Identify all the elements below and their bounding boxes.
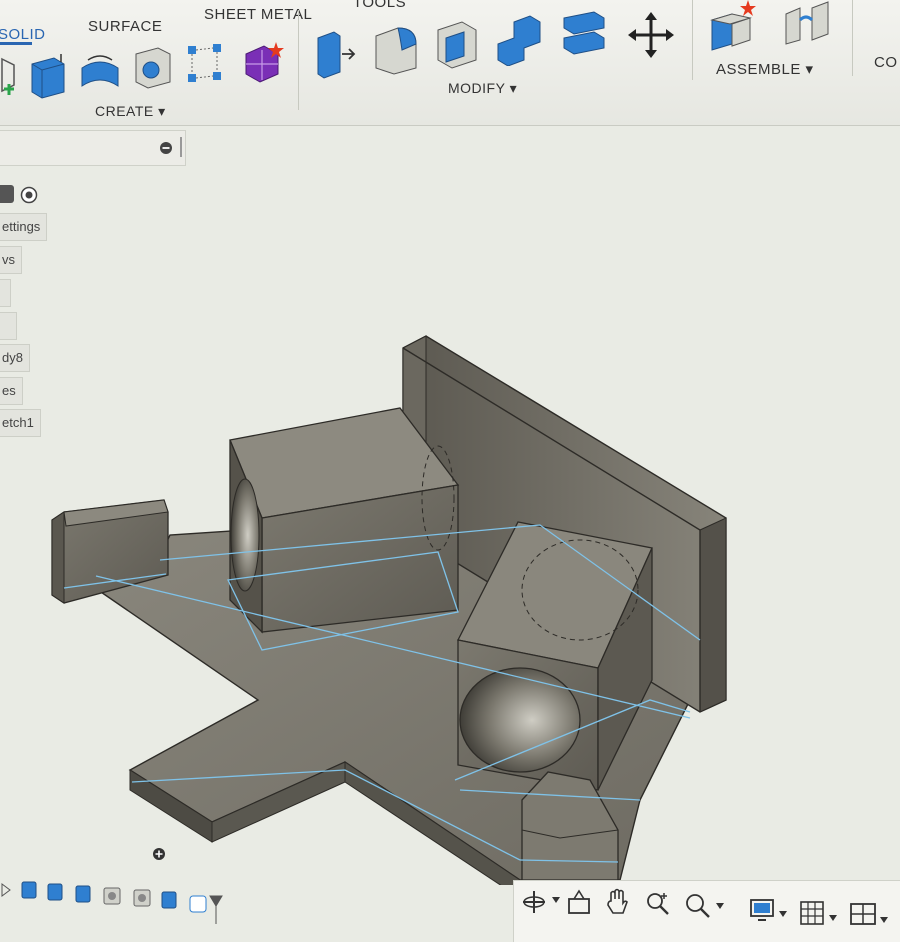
timeline-extrude-feature-icon[interactable] (75, 885, 91, 903)
timeline-hole-feature-icon[interactable] (133, 889, 151, 907)
fit-icon[interactable] (684, 891, 712, 919)
fillet-icon[interactable] (372, 22, 420, 76)
modify-menu[interactable]: MODIFY ▾ (448, 80, 517, 97)
timeline-play-back-icon[interactable] (1, 883, 11, 897)
timeline-sketch-feature-icon[interactable] (189, 895, 207, 913)
joint-icon[interactable] (782, 0, 834, 46)
timeline-extrude-feature-icon[interactable] (161, 891, 177, 909)
collapse-panel-icon[interactable] (159, 141, 173, 155)
display-dropdown-icon[interactable] (779, 911, 787, 917)
revolve-icon[interactable] (78, 52, 122, 98)
timeline-features (1, 881, 223, 924)
pattern-icon[interactable] (185, 42, 225, 86)
zoom-dropdown-icon[interactable] (716, 903, 724, 909)
large-box-body[interactable] (229, 407, 460, 634)
press-pull-icon[interactable] (314, 28, 358, 80)
viewports-dropdown-icon[interactable] (880, 917, 888, 923)
hole-icon[interactable] (132, 44, 174, 90)
group-separator (298, 10, 299, 110)
tab-surface[interactable]: SURFACE (88, 18, 162, 35)
pan-icon[interactable] (604, 887, 630, 917)
orbit-dropdown-icon[interactable] (552, 897, 560, 903)
group-separator (692, 0, 693, 80)
create-sketch-icon[interactable] (0, 55, 22, 103)
tab-sheet-metal[interactable]: SHEET METAL (204, 6, 312, 23)
viewports-icon[interactable] (848, 901, 878, 929)
timeline-extrude-feature-icon[interactable] (47, 883, 63, 901)
look-at-icon[interactable] (566, 889, 592, 915)
grid-settings-icon[interactable] (798, 899, 826, 927)
combine-icon[interactable] (494, 14, 544, 66)
new-component-icon[interactable] (708, 0, 764, 52)
add-marker-icon[interactable] (152, 847, 166, 861)
browser-panel-header (0, 130, 186, 166)
navigation-bar (513, 880, 900, 942)
zoom-icon[interactable] (644, 889, 672, 917)
orbit-icon[interactable] (520, 889, 550, 915)
extrude-icon[interactable] (28, 52, 68, 100)
ribbon-toolbar: SOLID SURFACE SHEET METAL TOOLS CREATE ▾ (0, 0, 900, 126)
create-menu[interactable]: CREATE ▾ (95, 103, 166, 120)
move-copy-icon[interactable] (626, 12, 676, 58)
timeline-marker-icon[interactable] (209, 895, 223, 924)
panel-resize-handle[interactable] (180, 137, 182, 157)
tab-solid[interactable]: SOLID (0, 26, 46, 43)
timeline-hole-feature-icon[interactable] (103, 887, 121, 905)
tab-tools[interactable]: TOOLS (353, 0, 406, 11)
create-form-icon[interactable] (240, 38, 286, 86)
display-settings-icon[interactable] (748, 897, 778, 923)
construct-menu[interactable]: CO (874, 54, 898, 71)
assemble-menu[interactable]: ASSEMBLE ▾ (716, 60, 814, 78)
grid-dropdown-icon[interactable] (829, 915, 837, 921)
timeline-extrude-feature-icon[interactable] (21, 881, 37, 899)
split-body-icon[interactable] (560, 10, 608, 60)
timeline-bar (0, 874, 230, 924)
model-viewport[interactable] (0, 165, 900, 885)
shell-icon[interactable] (434, 18, 480, 70)
active-tab-indicator (0, 42, 32, 45)
group-separator (852, 0, 853, 76)
